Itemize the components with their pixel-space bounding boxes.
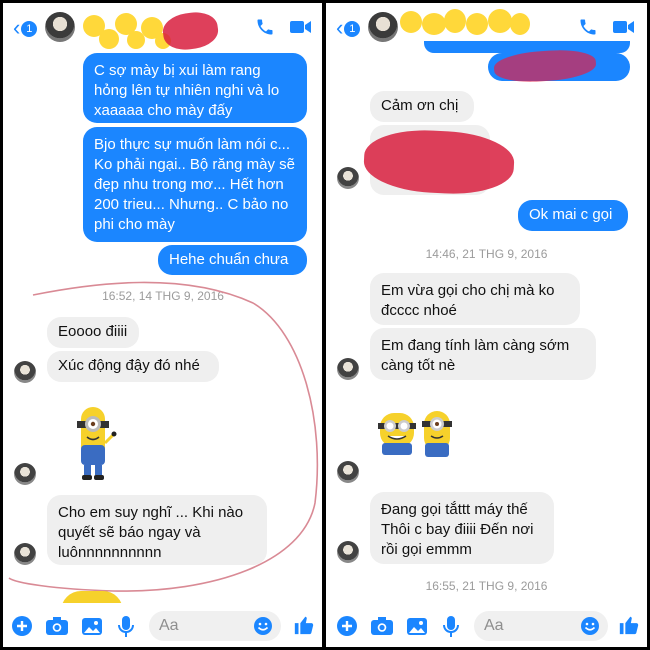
message-input-placeholder: Aa bbox=[484, 617, 504, 634]
message-input-placeholder: Aa bbox=[159, 617, 179, 634]
message-bubble-incoming[interactable]: Em đang tính làm càng sớm càng tốt nè bbox=[370, 328, 596, 380]
phone-icon[interactable] bbox=[578, 17, 598, 37]
gallery-icon[interactable] bbox=[406, 615, 428, 637]
thumbs-up-icon[interactable] bbox=[618, 614, 640, 636]
chat-panel-left: ‹ 1 C sợ mày bị xui làm rang hỏng lên tự … bbox=[3, 3, 322, 647]
redacted-outgoing-message bbox=[424, 41, 630, 53]
sender-avatar bbox=[337, 167, 359, 189]
message-bubble-incoming[interactable]: Em vừa gọi cho chị mà ko đcccc nhoé bbox=[370, 273, 580, 325]
thumbs-up-icon[interactable] bbox=[293, 614, 315, 636]
composer-bar: Aa bbox=[326, 603, 647, 647]
timestamp: 16:55, 21 THG 9, 2016 bbox=[425, 579, 548, 593]
red-hand-drawn-circle bbox=[8, 281, 319, 592]
sender-avatar bbox=[337, 461, 359, 483]
plus-icon[interactable] bbox=[336, 615, 358, 637]
back-button[interactable]: ‹ 1 bbox=[336, 15, 361, 40]
emoji-icon[interactable] bbox=[253, 616, 273, 636]
message-bubble-outgoing[interactable]: Ok mai c gọi bbox=[518, 200, 628, 231]
message-input[interactable]: Aa bbox=[149, 611, 281, 641]
emoji-icon[interactable] bbox=[580, 616, 600, 636]
camera-icon[interactable] bbox=[370, 615, 394, 637]
microphone-icon[interactable] bbox=[117, 615, 135, 639]
message-input[interactable]: Aa bbox=[474, 611, 608, 641]
gallery-icon[interactable] bbox=[81, 615, 103, 637]
plus-icon[interactable] bbox=[11, 615, 33, 637]
message-bubble-incoming[interactable]: Đang gọi tắttt máy thế Thôi c bay điiii … bbox=[370, 492, 554, 564]
chevron-left-icon: ‹ bbox=[336, 15, 344, 40]
video-call-icon[interactable] bbox=[612, 17, 636, 37]
sender-avatar bbox=[337, 541, 359, 563]
sender-avatar bbox=[337, 358, 359, 380]
message-bubble-incoming[interactable]: Cảm ơn chị bbox=[370, 91, 474, 122]
composer-bar: Aa bbox=[3, 603, 322, 647]
minions-sticker[interactable] bbox=[376, 407, 458, 465]
contact-avatar[interactable] bbox=[368, 12, 398, 42]
timestamp: 14:46, 21 THG 9, 2016 bbox=[425, 247, 548, 261]
microphone-icon[interactable] bbox=[442, 615, 460, 639]
camera-icon[interactable] bbox=[45, 615, 69, 637]
chat-panel-right: ‹ 1 Cảm ơn chị Ok mai c gọi 14:46, 21 THG… bbox=[326, 3, 647, 647]
unread-badge: 1 bbox=[344, 21, 361, 38]
